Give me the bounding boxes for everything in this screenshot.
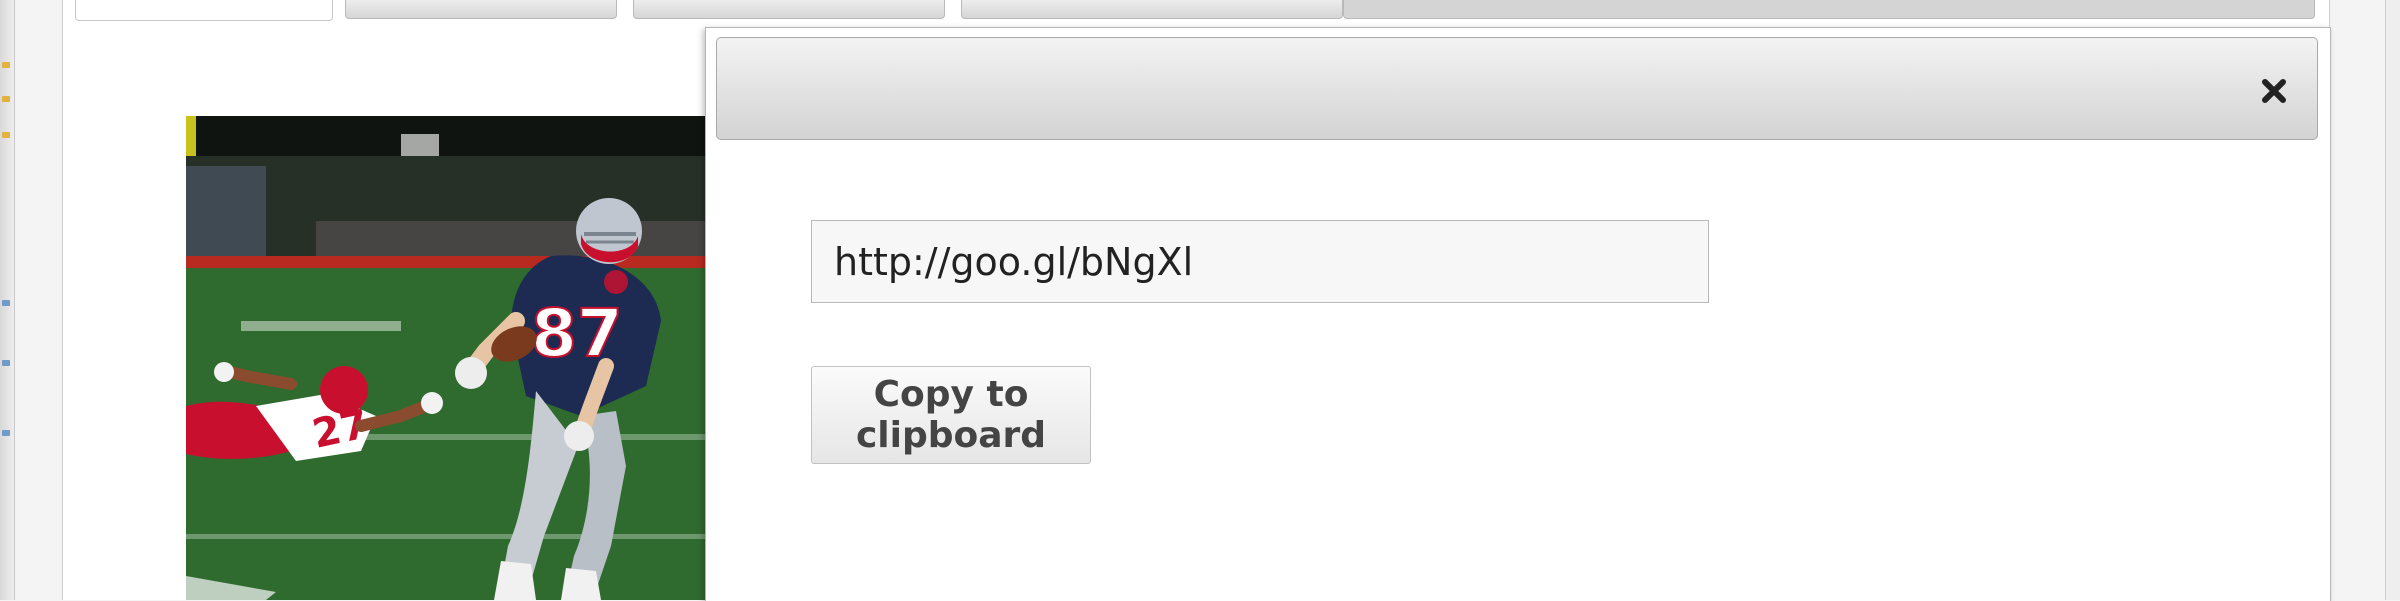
tab-1[interactable] xyxy=(75,0,333,21)
edge-marker xyxy=(2,360,10,366)
dialog-titlebar[interactable] xyxy=(716,37,2318,140)
edge-marker xyxy=(2,132,10,138)
tab-5[interactable] xyxy=(1343,0,2315,19)
edge-marker xyxy=(2,300,10,306)
short-url-field[interactable] xyxy=(811,220,1709,303)
photo-illustration: 27 87 xyxy=(186,116,706,600)
close-button[interactable] xyxy=(2259,76,2289,106)
edge-marker xyxy=(2,430,10,436)
share-link-dialog: Copy to clipboard xyxy=(705,27,2331,601)
tab-2[interactable] xyxy=(345,0,617,19)
tab-4[interactable] xyxy=(961,0,1343,19)
copy-to-clipboard-button[interactable]: Copy to clipboard xyxy=(811,366,1091,464)
edge-marker xyxy=(2,62,10,68)
right-window-edge xyxy=(2385,0,2400,600)
tab-3[interactable] xyxy=(633,0,945,19)
football-player-photo: 27 87 xyxy=(186,116,706,600)
left-window-edge xyxy=(0,0,15,600)
close-icon[interactable] xyxy=(2260,77,2288,105)
edge-marker xyxy=(2,96,10,102)
